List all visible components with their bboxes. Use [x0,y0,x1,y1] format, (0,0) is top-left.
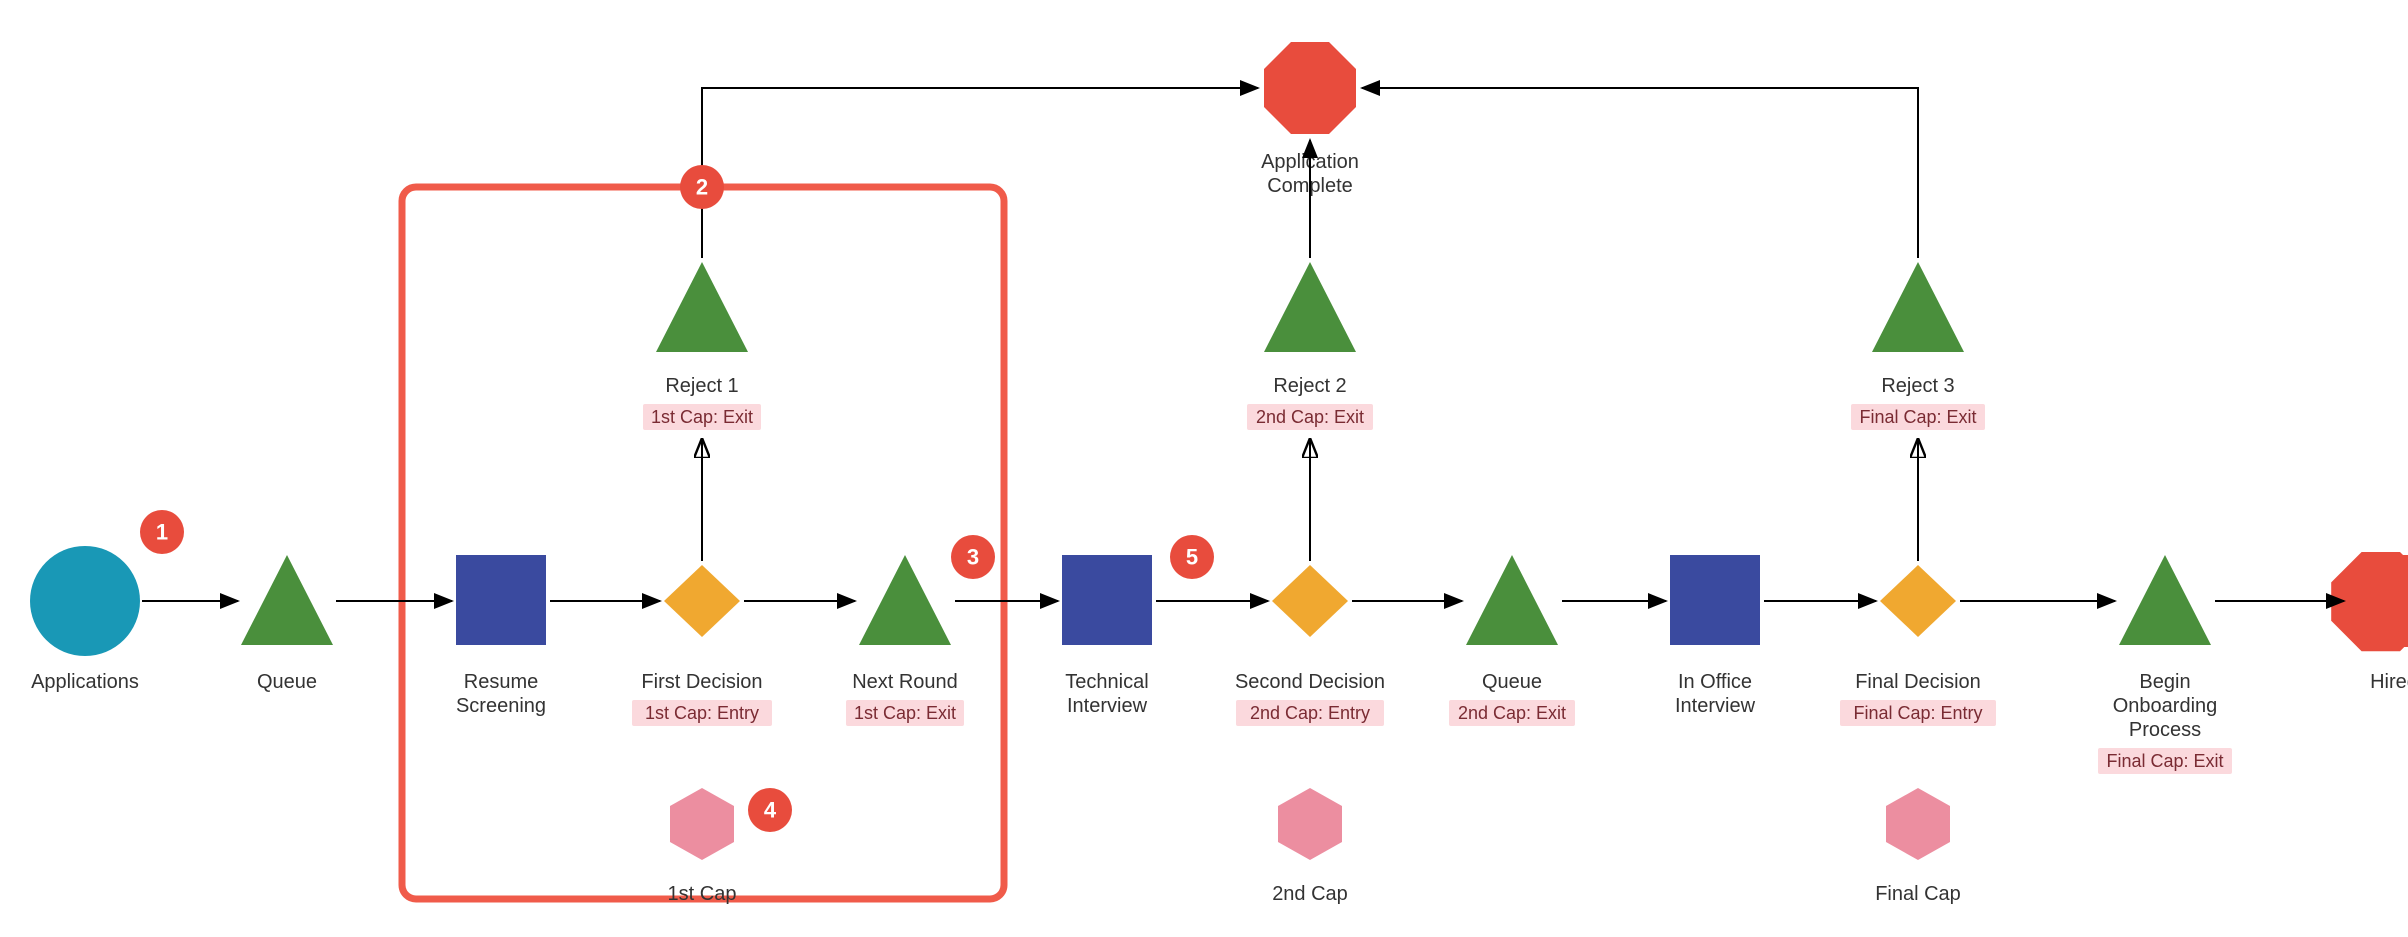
label-hired: Hired [2370,671,2408,693]
tag-final-decision: Final Cap: Entry [1853,703,1982,723]
label-first-decision: First Decision [641,671,762,693]
svg-text:2: 2 [696,175,708,200]
svg-text:5: 5 [1186,545,1198,570]
tag-reject-3: Final Cap: Exit [1859,407,1976,427]
node-cap-1: 1st Cap [668,788,737,905]
label-reject-2: Reject 2 [1273,375,1346,397]
label-in-office-interview-1: In Office [1678,671,1752,693]
tag-queue-2: 2nd Cap: Exit [1458,703,1566,723]
callout-5: 5 [1170,535,1214,579]
edge-reject3-to-complete [1362,88,1918,258]
node-queue-2: Queue 2nd Cap: Exit [1449,555,1575,726]
tag-begin-onboarding: Final Cap: Exit [2106,751,2223,771]
node-resume-screening: Resume Screening [456,555,546,717]
callout-3: 3 [951,535,995,579]
label-cap-1: 1st Cap [668,883,737,905]
node-final-decision: Final Decision Final Cap: Entry [1840,565,1996,726]
node-reject-3: Reject 3 Final Cap: Exit [1851,262,1985,430]
node-reject-2: Reject 2 2nd Cap: Exit [1247,262,1373,430]
tag-next-round: 1st Cap: Exit [854,703,956,723]
label-resume-screening-2: Screening [456,695,546,717]
label-resume-screening-1: Resume [464,671,538,693]
tag-reject-2: 2nd Cap: Exit [1256,407,1364,427]
node-hired: Hired [2331,552,2408,693]
node-technical-interview: Technical Interview [1062,555,1152,717]
label-cap-3: Final Cap [1875,883,1961,905]
svg-text:1: 1 [156,520,168,545]
label-applications: Applications [31,671,139,693]
label-in-office-interview-2: Interview [1675,695,1756,717]
node-reject-1: Reject 1 1st Cap: Exit [643,262,761,430]
callout-4: 4 [748,788,792,832]
node-next-round: Next Round 1st Cap: Exit [846,555,964,726]
label-begin-onboarding-1: Begin [2139,671,2190,693]
label-technical-interview-2: Interview [1067,695,1148,717]
node-applications: Applications [30,546,140,693]
svg-text:3: 3 [967,545,979,570]
node-queue-1: Queue [241,555,333,693]
node-second-decision: Second Decision 2nd Cap: Entry [1235,565,1385,726]
node-begin-onboarding: Begin Onboarding Process Final Cap: Exit [2098,555,2232,774]
node-cap-3: Final Cap [1875,788,1961,905]
label-queue-2: Queue [1482,671,1542,693]
label-reject-1: Reject 1 [665,375,738,397]
label-begin-onboarding-2: Onboarding [2113,695,2218,717]
node-in-office-interview: In Office Interview [1670,555,1760,717]
hiring-process-diagram: Applications Queue Resume Screening Firs… [0,0,2408,937]
label-final-decision: Final Decision [1855,671,1981,693]
svg-text:4: 4 [764,798,777,823]
label-next-round: Next Round [852,671,958,693]
tag-second-decision: 2nd Cap: Entry [1250,703,1370,723]
callout-2: 2 [680,165,724,209]
label-begin-onboarding-3: Process [2129,719,2201,741]
label-second-decision: Second Decision [1235,671,1385,693]
callout-1: 1 [140,510,184,554]
node-cap-2: 2nd Cap [1272,788,1348,905]
edge-reject1-to-complete [702,88,1258,258]
tag-first-decision: 1st Cap: Entry [645,703,759,723]
label-reject-3: Reject 3 [1881,375,1954,397]
label-queue-1: Queue [257,671,317,693]
node-first-decision: First Decision 1st Cap: Entry [632,565,772,726]
label-cap-2: 2nd Cap [1272,883,1348,905]
tag-reject-1: 1st Cap: Exit [651,407,753,427]
label-technical-interview-1: Technical [1065,671,1148,693]
